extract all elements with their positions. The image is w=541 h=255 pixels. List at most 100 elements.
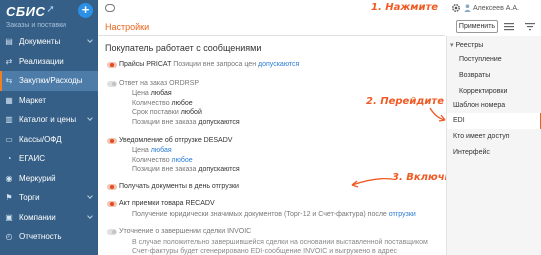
settings-nav-item-4[interactable]: EDI <box>447 113 541 129</box>
chevron-down-icon <box>87 193 93 199</box>
registries-header[interactable]: ▾ Реестры <box>450 41 483 49</box>
setting-pair: Цена любая <box>132 147 172 154</box>
main-area: 1. Нажмите Алексеев А.А. Настройки Приме… <box>98 0 541 255</box>
same-day-label: Получать документы в день отгрузки <box>119 183 239 190</box>
title-divider <box>98 35 445 36</box>
sidebar-item-label: Закупки/Расходы <box>19 76 83 86</box>
recadv-link[interactable]: отгрузки <box>389 211 416 218</box>
ordrsp-toggle[interactable] <box>107 81 117 87</box>
user-icon <box>464 4 471 12</box>
sidebar-item-label: Каталог и цены <box>19 115 77 125</box>
same-day-toggle[interactable] <box>107 184 117 190</box>
annotation-step-1: 1. Нажмите <box>371 2 439 13</box>
sidebar-item-9[interactable]: ▣ Компании <box>0 208 98 228</box>
settings-nav-item-3[interactable]: Шаблон номера <box>447 98 541 114</box>
top-bar: 1. Нажмите Алексеев А.А. <box>98 0 541 18</box>
section-title: Покупатель работает с сообщениями <box>105 43 262 53</box>
sidebar-item-1[interactable]: ⇄ Реализации <box>0 52 98 72</box>
setting-label: Позиции вне заказа <box>132 166 197 173</box>
companies-icon: ▣ <box>5 212 13 222</box>
sidebar-item-label: Торги <box>19 193 40 203</box>
desadv-toggle[interactable] <box>107 138 117 144</box>
setting-pair: Срок поставки любой <box>132 109 202 116</box>
documents-icon: ▤ <box>5 37 13 47</box>
invoic-toggle[interactable] <box>107 229 117 235</box>
app-subtitle: Заказы и поставки <box>6 22 67 29</box>
setting-pair: Позиции вне заказа допускаются <box>132 119 240 126</box>
setting-value: любая <box>150 90 172 97</box>
setting-label: Срок поставки <box>132 109 179 116</box>
sidebar-item-0[interactable]: ▤ Документы <box>0 32 98 52</box>
apply-button[interactable]: Применить <box>456 20 498 33</box>
setting-value: любое <box>171 99 193 107</box>
market-icon: ▦ <box>5 95 13 105</box>
sidebar-item-7[interactable]: ◉ Меркурий <box>0 169 98 189</box>
chevron-down-icon <box>87 115 93 121</box>
egais-icon: ◔ <box>6 154 12 164</box>
recadv-text: Получение юридически значимых документов… <box>132 211 387 218</box>
recadv-name: Акт приемки товара RECADV <box>119 200 215 207</box>
reports-icon: ◴ <box>5 232 13 242</box>
ordrsp-name: Ответ на заказ ORDRSP <box>119 80 200 87</box>
setting-label: Цена <box>132 90 149 97</box>
settings-nav-item-5[interactable]: Кто имеет доступ <box>447 129 541 145</box>
invoic-name: Уточнение о завершении сделки INVOIC <box>119 228 252 235</box>
create-button[interactable]: + <box>78 3 93 18</box>
mercury-icon: ◉ <box>5 173 13 183</box>
chevron-down-icon: ▾ <box>450 42 454 49</box>
sidebar-item-label: Меркурий <box>19 173 56 183</box>
settings-nav-item-1[interactable]: Возвраты <box>447 68 541 84</box>
sidebar: СБИС ➚ + Заказы и поставки ▤ Документы ⇄ Ре… <box>0 0 98 255</box>
toggle-knob <box>110 63 114 67</box>
desadv-name: Уведомление об отгрузке DESADV <box>119 137 233 144</box>
sidebar-item-label: Маркет <box>19 95 47 105</box>
sidebar-item-3[interactable]: ▦ Маркет <box>0 91 98 111</box>
filter-icon[interactable] <box>524 21 536 32</box>
setting-value: допускаются <box>198 166 240 173</box>
setting-pair: Количество любое <box>132 157 193 164</box>
setting-pair: Количество любое <box>132 100 193 107</box>
pricat-row: Прайсы PRICAT Позиции вне запроса цен до… <box>119 61 299 68</box>
sidebar-item-label: Компании <box>19 212 56 222</box>
page-title: Настройки <box>105 22 150 32</box>
setting-value[interactable]: любое <box>172 157 193 164</box>
sidebar-item-4[interactable]: ▥ Каталог и цены <box>0 110 98 130</box>
logo-row: СБИС ➚ + <box>0 0 98 22</box>
toggle-knob <box>112 82 116 86</box>
list-view-icon[interactable] <box>503 21 515 32</box>
chevron-down-icon <box>87 212 93 219</box>
toggle-knob <box>110 185 114 189</box>
annotation-arrow-2 <box>429 107 446 122</box>
chat-icon[interactable] <box>105 4 115 12</box>
sidebar-item-6[interactable]: ◔ ЕГАИС <box>0 149 98 169</box>
gear-icon[interactable] <box>451 3 461 13</box>
settings-nav-item-0[interactable]: Поступление <box>447 52 541 68</box>
recadv-toggle[interactable] <box>107 201 117 207</box>
sidebar-item-8[interactable]: ⚑ Торги <box>0 188 98 208</box>
annotation-arrow-3 <box>351 177 393 188</box>
user-name[interactable]: Алексеев А.А. <box>473 5 519 12</box>
toggle-knob <box>110 139 114 143</box>
sidebar-item-2[interactable]: ⇆ Закупки/Расходы <box>0 71 98 91</box>
setting-label: Цена <box>132 147 149 154</box>
recadv-description: Получение юридически значимых документов… <box>132 211 416 218</box>
toggle-knob <box>112 230 116 234</box>
sales-icon: ⇄ <box>5 56 13 66</box>
pricat-name: Прайсы PRICAT <box>119 61 172 68</box>
settings-nav-item-6[interactable]: Интерфейс <box>447 145 541 161</box>
setting-label: Количество <box>132 156 170 164</box>
cash-register-icon: ▭ <box>5 134 13 144</box>
invoic-description: В случае положительно завершившейся сдел… <box>132 239 428 255</box>
purchases-icon: ⇆ <box>5 76 13 86</box>
setting-value[interactable]: любая <box>151 147 172 154</box>
setting-label: Количество <box>132 99 170 107</box>
sidebar-item-5[interactable]: ▭ Кассы/ОФД <box>0 130 98 150</box>
sidebar-item-label: Отчетность <box>19 232 62 242</box>
setting-pair: Цена любая <box>132 90 172 97</box>
app-logo[interactable]: СБИС <box>6 4 45 19</box>
sidebar-item-10[interactable]: ◴ Отчетность <box>0 227 98 247</box>
pricat-link[interactable]: допускаются <box>258 61 299 68</box>
pricat-toggle[interactable] <box>107 62 117 68</box>
toggle-knob <box>110 202 114 206</box>
setting-value: любой <box>180 109 202 116</box>
